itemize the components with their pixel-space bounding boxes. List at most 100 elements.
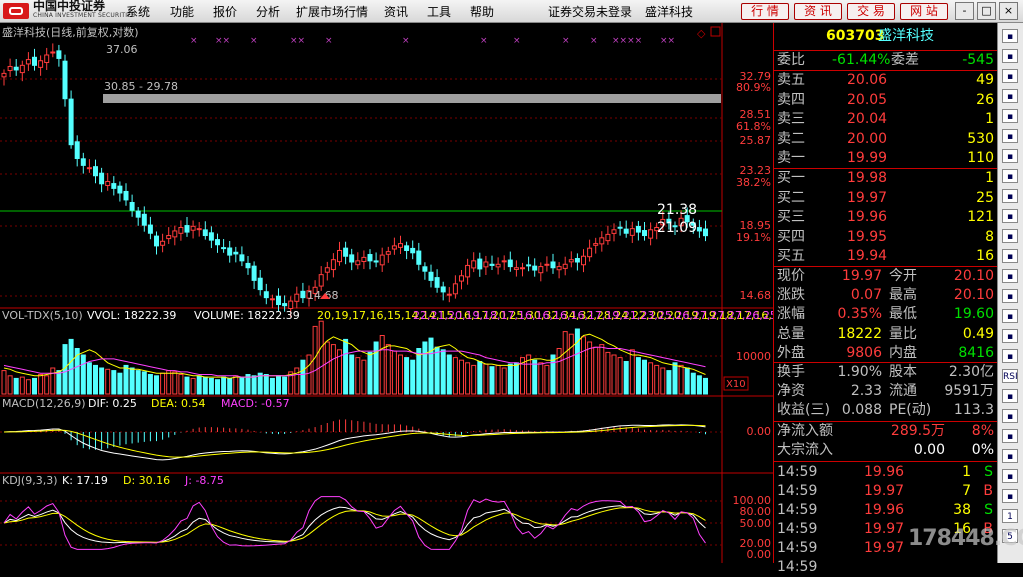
- toolbar-tool-icon[interactable]: ▪: [1002, 49, 1018, 63]
- candle-body: [294, 293, 300, 302]
- kdj-axis-3: 50.00: [740, 517, 772, 530]
- menu-news[interactable]: 资讯: [384, 3, 408, 20]
- d-line: [3, 507, 706, 543]
- candle-body: [501, 260, 507, 263]
- candle-body: [190, 225, 196, 231]
- candle-body: [538, 266, 544, 274]
- volume-bar: [428, 337, 434, 395]
- ask-price: 20.05: [847, 91, 888, 108]
- flow-row: 大宗流入 0.00 0%: [774, 441, 997, 460]
- candle-body: [343, 247, 349, 257]
- tick-time: 14:59: [777, 464, 818, 480]
- volume-bar: [330, 344, 336, 395]
- candle-body: [391, 245, 397, 250]
- tab-news-button[interactable]: 资 讯: [794, 3, 842, 20]
- volume-bar: [184, 376, 190, 395]
- close-button[interactable]: ×: [999, 2, 1018, 20]
- toolbar-tool-icon[interactable]: ▪: [1002, 249, 1018, 263]
- right-toolbar: ▪ ▪ ▪ ▪ ▪ ▪ ▪ ▪ ▪ ▪ ▪ ▪ ▪ ▪ ▪ ▪ ▪ RSI ▪ ▪ ▪ ▪ ▪ ▪ 1 5: [997, 23, 1023, 563]
- menu-quote[interactable]: 报价: [213, 3, 237, 20]
- toolbar-1-button[interactable]: 1: [1002, 509, 1018, 523]
- candle-body: [642, 230, 647, 237]
- volume-bar: [38, 374, 44, 395]
- window-stock-title: 盛洋科技: [645, 5, 694, 19]
- stat-value: 18222: [837, 325, 882, 342]
- menu-tools[interactable]: 工具: [427, 3, 451, 20]
- order-diff-label: 委差: [891, 52, 919, 68]
- toolbar-tool-icon[interactable]: ▪: [1002, 169, 1018, 183]
- toolbar-tool-icon[interactable]: ▪: [1002, 189, 1018, 203]
- toolbar-tool-icon[interactable]: ▪: [1002, 129, 1018, 143]
- volume-unit: X10: [726, 379, 746, 390]
- ask-row: 卖三 20.04 1: [774, 110, 997, 129]
- volume-bar: [202, 376, 208, 395]
- toolbar-tool-icon[interactable]: ▪: [1002, 309, 1018, 323]
- volume-bar: [678, 364, 684, 395]
- menu-help[interactable]: 帮助: [470, 3, 494, 20]
- candle-body: [422, 266, 428, 272]
- fund-value: 2.33: [850, 383, 882, 400]
- tick-volume: 1: [962, 464, 971, 480]
- toolbar-tool-icon[interactable]: ▪: [1002, 389, 1018, 403]
- menu-extended-market[interactable]: 扩展市场行情: [296, 3, 368, 20]
- ask-label: 卖二: [777, 130, 805, 147]
- volume-bar: [507, 363, 513, 395]
- bid-label: 买二: [777, 189, 805, 206]
- volume-bar: [440, 349, 446, 395]
- flow-row: 净流入额 289.5万 8%: [774, 422, 997, 441]
- svg-text:××: ××: [290, 36, 305, 46]
- toolbar-tool-icon[interactable]: ▪: [1002, 469, 1018, 483]
- pct-axis-2: 61.8%: [736, 120, 771, 133]
- volume-bar: [166, 370, 172, 395]
- minimize-button[interactable]: -: [955, 2, 974, 20]
- volume-bar: [385, 344, 391, 395]
- low-price-label: 14.68: [307, 289, 339, 302]
- toolbar-tool-icon[interactable]: ▪: [1002, 289, 1018, 303]
- toolbar-tool-icon[interactable]: ▪: [1002, 409, 1018, 423]
- ask-row: 卖四 20.05 26: [774, 91, 997, 110]
- candle-body: [19, 64, 25, 74]
- tab-website-button[interactable]: 网 站: [900, 3, 948, 20]
- tick-time: 14:59: [777, 521, 818, 537]
- ask-volume: 26: [976, 91, 994, 108]
- toolbar-tool-icon[interactable]: ▪: [1002, 229, 1018, 243]
- toolbar-tool-icon[interactable]: ▪: [1002, 89, 1018, 103]
- tab-trade-button[interactable]: 交 易: [847, 3, 895, 20]
- menu-system[interactable]: 系统: [126, 3, 150, 20]
- svg-text:×: ×: [190, 36, 198, 46]
- menu-analysis[interactable]: 分析: [256, 3, 280, 20]
- tick-side: S: [984, 464, 993, 480]
- toolbar-tool-icon[interactable]: ▪: [1002, 429, 1018, 443]
- menu-function[interactable]: 功能: [170, 3, 194, 20]
- kline-chart-area[interactable]: × ×× × ×× × × × × × × ×××× ×× ◇ 盛洋科技(日线,前复权,对数) 37.…: [0, 23, 773, 563]
- fundamental-row: 换手 1.90% 股本 2.30亿: [774, 363, 997, 382]
- toolbar-tool-icon[interactable]: ▪: [1002, 109, 1018, 123]
- macd-value: MACD: -0.57: [221, 397, 290, 410]
- toolbar-rsi-button[interactable]: RSI: [1002, 369, 1018, 383]
- toolbar-tool-icon[interactable]: ▪: [1002, 29, 1018, 43]
- toolbar-tool-icon[interactable]: ▪: [1002, 489, 1018, 503]
- bid-price: 19.98: [847, 170, 888, 186]
- volume-bar: [318, 320, 324, 395]
- toolbar-tool-icon[interactable]: ▪: [1002, 349, 1018, 363]
- tab-market-button[interactable]: 行 情: [741, 3, 789, 20]
- bid-label: 买四: [777, 228, 805, 245]
- toolbar-tool-icon[interactable]: ▪: [1002, 449, 1018, 463]
- candle-body: [196, 228, 202, 231]
- volume-bar: [452, 357, 458, 395]
- candle-body: [300, 290, 306, 299]
- toolbar-tool-icon[interactable]: ▪: [1002, 209, 1018, 223]
- candle-body: [318, 274, 324, 287]
- toolbar-tool-icon[interactable]: ▪: [1002, 149, 1018, 163]
- stat-row: 外盘 9806 内盘 8416: [774, 344, 997, 363]
- volume-bar: [44, 375, 50, 395]
- restore-button[interactable]: □: [977, 2, 996, 20]
- volume-bar: [56, 370, 62, 395]
- pct-axis-1: 80.9%: [736, 81, 771, 94]
- toolbar-tool-icon[interactable]: ▪: [1002, 329, 1018, 343]
- volume-bar: [562, 331, 568, 395]
- stat-value: 19.60: [953, 306, 994, 323]
- toolbar-tool-icon[interactable]: ▪: [1002, 269, 1018, 283]
- toolbar-tool-icon[interactable]: ▪: [1002, 69, 1018, 83]
- candle-body: [80, 158, 86, 166]
